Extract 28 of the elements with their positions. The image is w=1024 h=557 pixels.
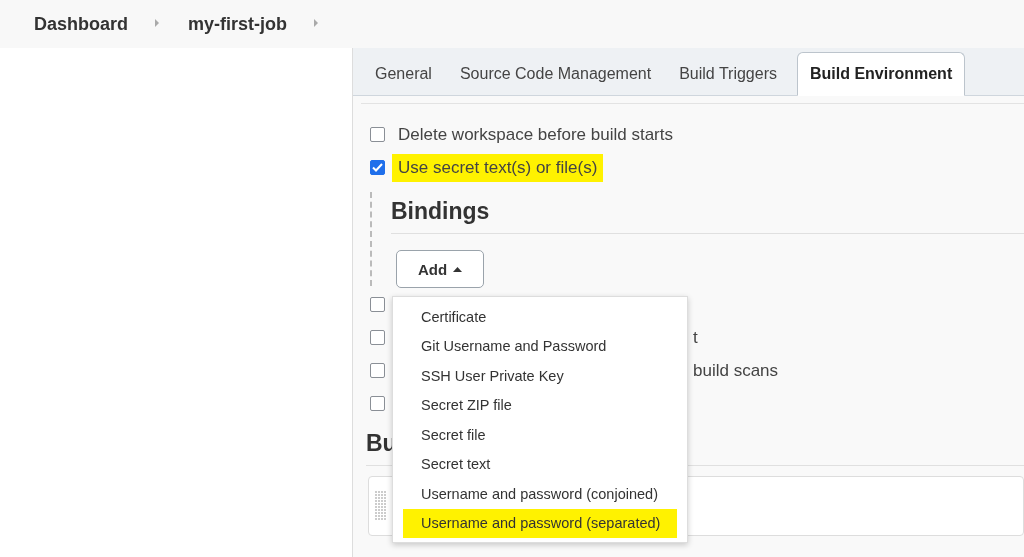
chevron-icon[interactable] bbox=[154, 18, 161, 28]
checkbox-label: t bbox=[693, 327, 698, 348]
menu-item[interactable]: Git Username and Password bbox=[403, 331, 677, 361]
checkbox[interactable] bbox=[370, 160, 385, 175]
checkbox[interactable] bbox=[370, 396, 385, 411]
breadcrumb-link[interactable]: my-first-job bbox=[188, 13, 288, 35]
menu-item[interactable]: SSH User Private Key bbox=[403, 361, 677, 391]
checkbox-label: Delete workspace before build starts bbox=[397, 123, 674, 146]
drag-handle-icon[interactable] bbox=[375, 491, 387, 521]
menu-item[interactable]: Username and password (conjoined) bbox=[403, 479, 677, 509]
add-button[interactable]: Add bbox=[396, 250, 484, 288]
section-heading: Bindings bbox=[391, 198, 1024, 234]
tab[interactable]: Source Code Management bbox=[445, 52, 666, 96]
checkbox[interactable] bbox=[370, 127, 385, 142]
chevron-icon[interactable] bbox=[313, 18, 320, 28]
tab[interactable]: Build Triggers bbox=[665, 52, 791, 96]
menu-item[interactable]: Certificate bbox=[403, 302, 677, 332]
tab[interactable]: General bbox=[361, 52, 446, 96]
checkbox[interactable] bbox=[370, 363, 385, 378]
caret-icon bbox=[453, 266, 463, 272]
menu-item[interactable]: Secret ZIP file bbox=[403, 390, 677, 420]
checkbox[interactable] bbox=[370, 330, 385, 345]
checkbox[interactable] bbox=[370, 297, 385, 312]
checkbox-label: Use secret text(s) or file(s) bbox=[392, 153, 604, 182]
tab[interactable]: Build Environment bbox=[797, 52, 966, 96]
checkbox-label: build scans bbox=[693, 360, 779, 381]
menu-item[interactable]: Username and password (separated) bbox=[403, 508, 677, 538]
breadcrumb-link[interactable]: Dashboard bbox=[34, 13, 129, 35]
